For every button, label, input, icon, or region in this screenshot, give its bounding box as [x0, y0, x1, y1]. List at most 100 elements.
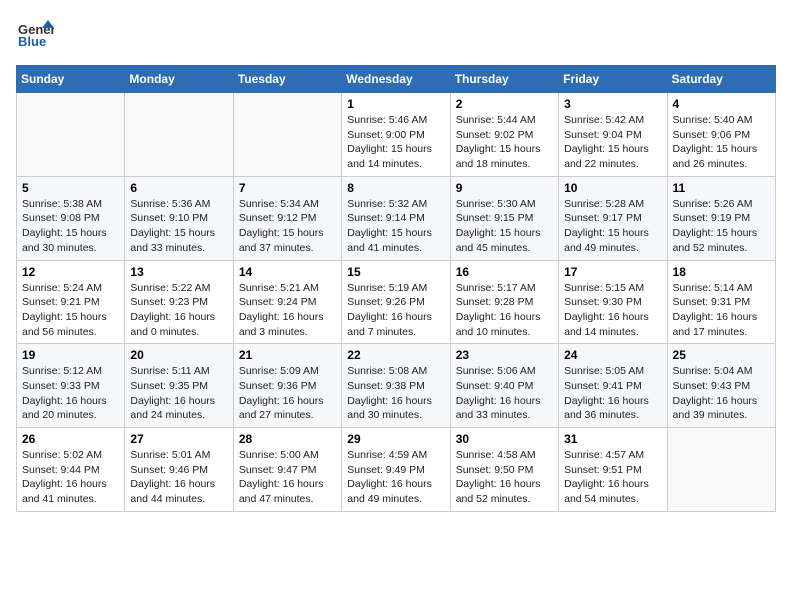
day-info: Sunrise: 5:24 AM Sunset: 9:21 PM Dayligh…: [22, 281, 119, 340]
calendar-week-5: 26Sunrise: 5:02 AM Sunset: 9:44 PM Dayli…: [17, 428, 776, 512]
day-number: 15: [347, 265, 444, 279]
day-number: 14: [239, 265, 336, 279]
day-number: 23: [456, 348, 553, 362]
day-info: Sunrise: 5:30 AM Sunset: 9:15 PM Dayligh…: [456, 197, 553, 256]
day-info: Sunrise: 5:32 AM Sunset: 9:14 PM Dayligh…: [347, 197, 444, 256]
day-number: 2: [456, 97, 553, 111]
column-header-monday: Monday: [125, 66, 233, 93]
day-number: 31: [564, 432, 661, 446]
column-header-sunday: Sunday: [17, 66, 125, 93]
calendar-cell: 28 Sunrise: 5:00 AM Sunset: 9:47 PM Dayli…: [233, 428, 341, 512]
day-number: 18: [673, 265, 770, 279]
day-number: 21: [239, 348, 336, 362]
calendar-cell: 23 Sunrise: 5:06 AM Sunset: 9:40 PM Dayli…: [450, 344, 558, 428]
calendar-cell: 6 Sunrise: 5:36 AM Sunset: 9:10 PM Daylig…: [125, 176, 233, 260]
calendar-cell: 21 Sunrise: 5:09 AM Sunset: 9:36 PM Dayli…: [233, 344, 341, 428]
svg-text:Blue: Blue: [18, 34, 46, 49]
column-header-wednesday: Wednesday: [342, 66, 450, 93]
calendar-cell: 18 Sunrise: 5:14 AM Sunset: 9:31 PM Dayli…: [667, 260, 775, 344]
column-header-thursday: Thursday: [450, 66, 558, 93]
calendar-cell: 30Sunrise: 4:58 AM Sunset: 9:50 PM Dayli…: [450, 428, 558, 512]
calendar-cell: [233, 93, 341, 177]
day-info: Sunrise: 5:12 AM Sunset: 9:33 PM Dayligh…: [22, 364, 119, 423]
day-number: 9: [456, 181, 553, 195]
day-number: 5: [22, 181, 119, 195]
day-number: 16: [456, 265, 553, 279]
day-info: Sunrise: 5:09 AM Sunset: 9:36 PM Dayligh…: [239, 364, 336, 423]
calendar-cell: 1 Sunrise: 5:46 AM Sunset: 9:00 PM Daylig…: [342, 93, 450, 177]
calendar-cell: 13 Sunrise: 5:22 AM Sunset: 9:23 PM Dayli…: [125, 260, 233, 344]
day-info: Sunrise: 5:36 AM Sunset: 9:10 PM Dayligh…: [130, 197, 227, 256]
calendar-cell: 20 Sunrise: 5:11 AM Sunset: 9:35 PM Dayli…: [125, 344, 233, 428]
day-info: Sunrise: 5:26 AM Sunset: 9:19 PM Dayligh…: [673, 197, 770, 256]
calendar-cell: [667, 428, 775, 512]
day-number: 4: [673, 97, 770, 111]
day-info: Sunrise: 5:04 AM Sunset: 9:43 PM Dayligh…: [673, 364, 770, 423]
day-number: 1: [347, 97, 444, 111]
day-number: 6: [130, 181, 227, 195]
day-info: Sunrise: 4:59 AM Sunset: 9:49 PM Dayligh…: [347, 448, 444, 507]
day-number: 28: [239, 432, 336, 446]
day-info: Sunrise: 5:01 AM Sunset: 9:46 PM Dayligh…: [130, 448, 227, 507]
calendar-cell: 10Sunrise: 5:28 AM Sunset: 9:17 PM Dayli…: [559, 176, 667, 260]
day-info: Sunrise: 5:42 AM Sunset: 9:04 PM Dayligh…: [564, 113, 661, 172]
calendar-cell: 24Sunrise: 5:05 AM Sunset: 9:41 PM Dayli…: [559, 344, 667, 428]
calendar-cell: 31 Sunrise: 4:57 AM Sunset: 9:51 PM Dayli…: [559, 428, 667, 512]
day-number: 22: [347, 348, 444, 362]
calendar-cell: 3 Sunrise: 5:42 AM Sunset: 9:04 PM Daylig…: [559, 93, 667, 177]
day-info: Sunrise: 5:44 AM Sunset: 9:02 PM Dayligh…: [456, 113, 553, 172]
day-info: Sunrise: 5:06 AM Sunset: 9:40 PM Dayligh…: [456, 364, 553, 423]
calendar-cell: 5 Sunrise: 5:38 AM Sunset: 9:08 PM Daylig…: [17, 176, 125, 260]
calendar-cell: [17, 93, 125, 177]
column-header-friday: Friday: [559, 66, 667, 93]
day-number: 8: [347, 181, 444, 195]
day-number: 13: [130, 265, 227, 279]
day-info: Sunrise: 5:40 AM Sunset: 9:06 PM Dayligh…: [673, 113, 770, 172]
day-number: 19: [22, 348, 119, 362]
calendar-cell: 15 Sunrise: 5:19 AM Sunset: 9:26 PM Dayli…: [342, 260, 450, 344]
day-info: Sunrise: 5:46 AM Sunset: 9:00 PM Dayligh…: [347, 113, 444, 172]
day-info: Sunrise: 4:57 AM Sunset: 9:51 PM Dayligh…: [564, 448, 661, 507]
calendar-header-row: SundayMondayTuesdayWednesdayThursdayFrid…: [17, 66, 776, 93]
calendar-cell: 22 Sunrise: 5:08 AM Sunset: 9:38 PM Dayli…: [342, 344, 450, 428]
calendar-week-3: 12 Sunrise: 5:24 AM Sunset: 9:21 PM Dayli…: [17, 260, 776, 344]
day-info: Sunrise: 5:28 AM Sunset: 9:17 PM Dayligh…: [564, 197, 661, 256]
calendar-cell: [125, 93, 233, 177]
calendar-table: SundayMondayTuesdayWednesdayThursdayFrid…: [16, 65, 776, 512]
calendar-week-1: 1 Sunrise: 5:46 AM Sunset: 9:00 PM Daylig…: [17, 93, 776, 177]
calendar-cell: 29 Sunrise: 4:59 AM Sunset: 9:49 PM Dayli…: [342, 428, 450, 512]
calendar-cell: 27 Sunrise: 5:01 AM Sunset: 9:46 PM Dayli…: [125, 428, 233, 512]
day-info: Sunrise: 5:00 AM Sunset: 9:47 PM Dayligh…: [239, 448, 336, 507]
day-info: Sunrise: 5:38 AM Sunset: 9:08 PM Dayligh…: [22, 197, 119, 256]
day-number: 7: [239, 181, 336, 195]
calendar-cell: 7 Sunrise: 5:34 AM Sunset: 9:12 PM Daylig…: [233, 176, 341, 260]
calendar-cell: 12 Sunrise: 5:24 AM Sunset: 9:21 PM Dayli…: [17, 260, 125, 344]
calendar-cell: 19 Sunrise: 5:12 AM Sunset: 9:33 PM Dayli…: [17, 344, 125, 428]
day-number: 3: [564, 97, 661, 111]
column-header-tuesday: Tuesday: [233, 66, 341, 93]
day-number: 27: [130, 432, 227, 446]
day-info: Sunrise: 4:58 AM Sunset: 9:50 PM Dayligh…: [456, 448, 553, 507]
day-number: 25: [673, 348, 770, 362]
day-info: Sunrise: 5:14 AM Sunset: 9:31 PM Dayligh…: [673, 281, 770, 340]
calendar-cell: 17 Sunrise: 5:15 AM Sunset: 9:30 PM Dayli…: [559, 260, 667, 344]
logo: General Blue: [16, 16, 54, 59]
day-info: Sunrise: 5:22 AM Sunset: 9:23 PM Dayligh…: [130, 281, 227, 340]
day-number: 17: [564, 265, 661, 279]
day-info: Sunrise: 5:34 AM Sunset: 9:12 PM Dayligh…: [239, 197, 336, 256]
page-header: General Blue: [16, 16, 776, 59]
day-info: Sunrise: 5:15 AM Sunset: 9:30 PM Dayligh…: [564, 281, 661, 340]
day-number: 11: [673, 181, 770, 195]
day-info: Sunrise: 5:08 AM Sunset: 9:38 PM Dayligh…: [347, 364, 444, 423]
day-info: Sunrise: 5:19 AM Sunset: 9:26 PM Dayligh…: [347, 281, 444, 340]
day-number: 29: [347, 432, 444, 446]
day-info: Sunrise: 5:11 AM Sunset: 9:35 PM Dayligh…: [130, 364, 227, 423]
calendar-cell: 8 Sunrise: 5:32 AM Sunset: 9:14 PM Daylig…: [342, 176, 450, 260]
day-info: Sunrise: 5:02 AM Sunset: 9:44 PM Dayligh…: [22, 448, 119, 507]
calendar-cell: 2 Sunrise: 5:44 AM Sunset: 9:02 PM Daylig…: [450, 93, 558, 177]
calendar-cell: 25 Sunrise: 5:04 AM Sunset: 9:43 PM Dayli…: [667, 344, 775, 428]
day-number: 20: [130, 348, 227, 362]
calendar-cell: 4 Sunrise: 5:40 AM Sunset: 9:06 PM Daylig…: [667, 93, 775, 177]
day-number: 12: [22, 265, 119, 279]
column-header-saturday: Saturday: [667, 66, 775, 93]
